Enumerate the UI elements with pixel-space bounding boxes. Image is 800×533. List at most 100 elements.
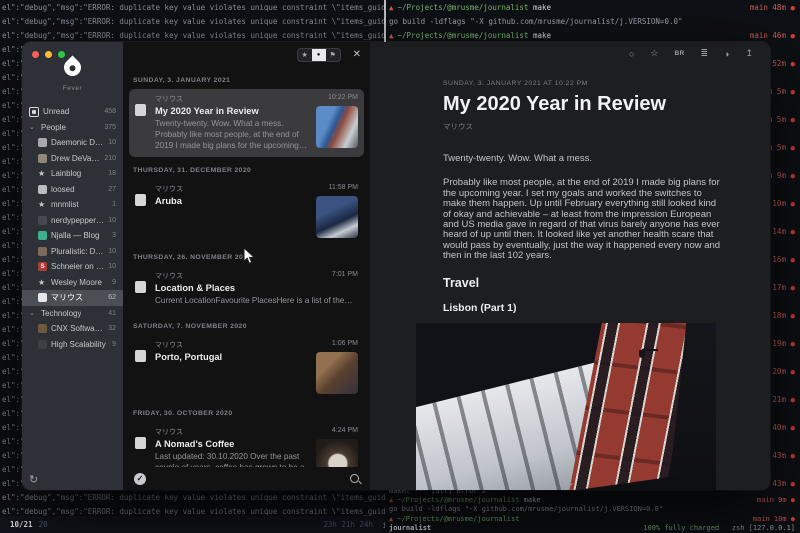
refresh-icon[interactable]: ↻ — [29, 473, 38, 486]
status-dot-icon: ● — [790, 227, 795, 236]
status-dot-icon: ● — [790, 87, 795, 96]
feed-favicon — [38, 138, 47, 147]
command-input[interactable]: journalist — [389, 524, 431, 533]
unread-count: 9 — [112, 341, 116, 348]
sidebar-item-label: Njalla — Blog — [51, 231, 99, 240]
filter-segmented-control: ★ ● ⚑ — [297, 48, 341, 62]
unread-count: 27 — [108, 186, 116, 193]
article-list-item-location-places[interactable]: マリウス7:01 PMLocation & PlacesCurrent Loca… — [129, 266, 364, 313]
sidebar-item-lainblog[interactable]: ★Lainblog18 — [22, 166, 123, 182]
unread-count: 210 — [104, 155, 116, 162]
sidebar-item-loosed[interactable]: loosed27 — [22, 182, 123, 198]
filter-unread-tab[interactable]: ● — [312, 49, 326, 61]
status-dot-icon: ● — [790, 143, 795, 152]
filter-flagged-tab[interactable]: ⚑ — [326, 49, 340, 61]
close-icon[interactable]: ✕ — [353, 49, 361, 60]
unread-checkbox[interactable] — [135, 437, 146, 449]
share-icon[interactable]: ↥ — [745, 48, 753, 59]
list-header: ★ ● ⚑ ✕ — [123, 42, 370, 67]
article-list-item-aruba[interactable]: マリウス11:58 PMAruba — [129, 179, 364, 244]
sidebar-item-schneier-on-security[interactable]: SSchneier on Security10 — [22, 259, 123, 275]
chevron-down-icon: ⌄ — [29, 123, 37, 131]
sidebar-item-nerdypepper-s-blog[interactable]: nerdypepper's µblog10 — [22, 213, 123, 229]
terminal-bottom-right: make: *** [all] Error 2 ▲~/Projects/@mru… — [387, 487, 800, 533]
unread-checkbox[interactable] — [135, 104, 146, 116]
sidebar-item-cnx-software-emb[interactable]: CNX Software – Emb…32 — [22, 321, 123, 337]
sidebar-item-unread[interactable]: Unread458 — [22, 104, 123, 120]
prompt-line: ▲~/Projects/@mrusme/journalist makemain … — [387, 29, 800, 43]
listen-icon[interactable]: ◑ — [724, 49, 729, 59]
sidebar-section-technology[interactable]: ⌄Technology41 — [22, 306, 123, 322]
unread-checkbox[interactable] — [135, 194, 146, 206]
sidebar-item-mnmlist[interactable]: ★mnmlist1 — [22, 197, 123, 213]
article-list-item-porto-portugal[interactable]: マリウス1:06 PMPorto, Portugal — [129, 335, 364, 400]
readability-icon[interactable]: BR — [674, 50, 684, 57]
git-status: main 46m ● — [750, 29, 795, 43]
sidebar-item-label: Lainblog — [51, 169, 81, 178]
sidebar-item-drew-devault-s-blog[interactable]: Drew DeVault's blog210 — [22, 151, 123, 167]
close-window-button[interactable] — [32, 51, 39, 58]
feed-favicon — [38, 247, 47, 256]
minimize-window-button[interactable] — [45, 51, 52, 58]
sidebar-item-wesley-moore[interactable]: ★Wesley Moore9 — [22, 275, 123, 291]
sidebar-section-people[interactable]: ⌄People375 — [22, 120, 123, 136]
unread-checkbox[interactable] — [135, 350, 146, 362]
sidebar-item-high-scalability[interactable]: High Scalability9 — [22, 337, 123, 353]
item-author: マリウス — [155, 94, 183, 104]
date-header: FRIDAY, 30. OCTOBER 2020 — [133, 410, 360, 417]
prompt-path: ~/Projects/@mrusme/journalist — [398, 31, 529, 40]
sidebar-item-label: CNX Software – Emb… — [51, 324, 104, 333]
sidebar-nav: Unread458⌄People375 Daemonic Dispatches 10… — [22, 104, 123, 352]
article-list[interactable]: SUNDAY, 3. JANUARY 2021マリウス10:22 PMMy 20… — [123, 67, 370, 467]
unread-circle-icon[interactable]: ○ — [629, 49, 634, 59]
status-dim: 20 — [39, 520, 48, 529]
make-command: make — [524, 496, 541, 504]
text-settings-icon[interactable]: ≣ — [700, 48, 708, 59]
log-line: el":"debug","msg":"ERROR: duplicate key … — [2, 29, 385, 43]
filter-starred-tab[interactable]: ★ — [298, 49, 312, 61]
app-name: Fever — [22, 85, 123, 92]
item-time: 10:22 PM — [328, 94, 358, 104]
status-dot-icon: ● — [790, 423, 795, 432]
status-dot-icon: ● — [790, 367, 795, 376]
article-list-item-a-nomad-s-coffee[interactable]: マリウス4:24 PMA Nomad's CoffeeLast updated:… — [129, 422, 364, 467]
sidebar-item-pluralistic-daily-links[interactable]: Pluralistic: Daily links… 10 — [22, 244, 123, 260]
chevron-down-icon[interactable]: ⌄ — [565, 475, 575, 489]
zoom-window-button[interactable] — [58, 51, 65, 58]
unread-count: 10 — [108, 139, 116, 146]
unread-count: 9 — [112, 279, 116, 286]
article-thumbnail — [316, 352, 358, 394]
window-controls — [32, 51, 65, 58]
mark-all-read-icon[interactable]: ✓ — [134, 473, 146, 485]
sidebar-item-daemonic-dispatches[interactable]: Daemonic Dispatches 10 — [22, 135, 123, 151]
star-icon: ★ — [38, 200, 47, 209]
git-status: main 10m ● — [753, 515, 795, 524]
article-title: My 2020 Year in Review — [443, 93, 721, 116]
article-list-item-my-2020-year-in-review[interactable]: マリウス10:22 PMMy 2020 Year in ReviewTwenty… — [129, 89, 364, 157]
feed-favicon — [38, 185, 47, 194]
status-dot-icon: ● — [790, 283, 795, 292]
unread-count: 10 — [108, 248, 116, 255]
feed-favicon — [38, 340, 47, 349]
star-icon[interactable]: ☆ — [650, 48, 658, 59]
sidebar-item-njalla-blog[interactable]: Njalla — Blog3 — [22, 228, 123, 244]
item-title: Location & Places — [155, 283, 358, 293]
prompt-marker-icon: ▲ — [389, 515, 393, 523]
build-command: go build -ldflags "-X github.com/mrusme/… — [389, 505, 663, 514]
status-times: 23h 21h 24h — [323, 518, 373, 532]
item-preview: Last updated: 30.10.2020 Over the past c… — [155, 452, 308, 467]
sidebar-item-label: Pluralistic: Daily links… — [51, 247, 104, 256]
photo-street-lamp — [642, 349, 658, 351]
article-heading-travel: Travel — [443, 276, 721, 290]
sidebar-item-マリウス[interactable]: マリウス62 — [22, 290, 123, 306]
prompt-path: ~/Projects/@mrusme/journalist — [397, 496, 519, 504]
sidebar: Fever Unread458⌄People375Daemonic Dispat… — [22, 42, 123, 490]
unread-checkbox[interactable] — [135, 281, 146, 293]
sidebar-item-label: Unread — [43, 107, 69, 116]
sidebar-item-label: Daemonic Dispatches — [51, 138, 104, 147]
feed-favicon — [38, 293, 47, 302]
search-icon[interactable] — [350, 474, 359, 483]
sidebar-item-label: Technology — [41, 309, 81, 318]
unread-icon — [29, 107, 39, 117]
unread-count: 62 — [108, 294, 116, 301]
